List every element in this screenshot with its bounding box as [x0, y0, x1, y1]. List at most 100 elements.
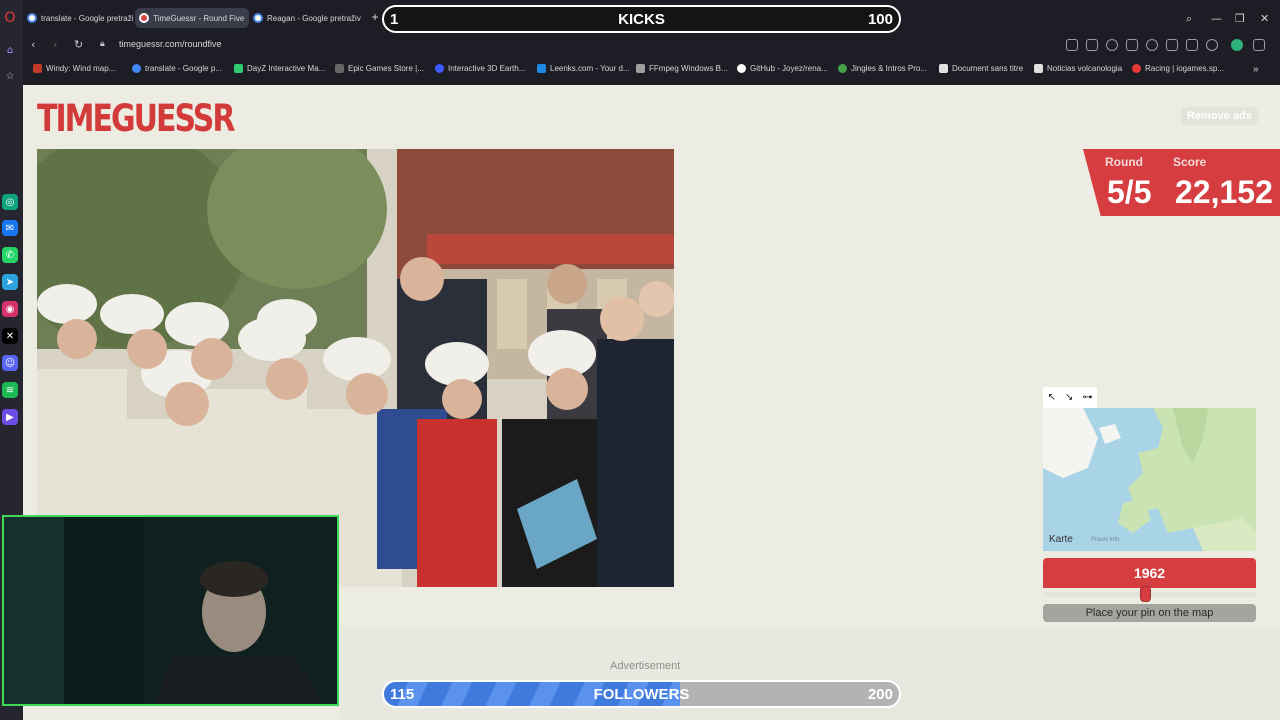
bookmark-item[interactable]: Document sans titre — [939, 64, 1023, 73]
kicks-meter: 1 KICKS 100 — [382, 5, 901, 33]
tab-translate[interactable]: translate - Google pretraži — [23, 8, 135, 28]
close-icon[interactable]: ✕ — [1260, 12, 1269, 25]
ffmpeg-icon — [636, 64, 645, 73]
bookmark-label: Leenks.com - Your d... — [550, 64, 630, 73]
bookmark-item[interactable]: FFmpeg Windows B... — [636, 64, 728, 73]
bookmark-item[interactable]: DayZ Interactive Ma... — [234, 64, 325, 73]
opera-logo-icon[interactable]: O — [2, 10, 18, 26]
camera-icon[interactable] — [1086, 39, 1098, 51]
bookmark-label: Windy: Wind map... — [46, 64, 116, 73]
kicks-label: KICKS — [618, 11, 665, 28]
tab-title: TimeGuessr - Round Five — [153, 13, 245, 23]
tab-title: translate - Google pretraži — [41, 13, 134, 23]
followers-meter: 115 FOLLOWERS 200 — [382, 680, 901, 708]
bookmark-label: Document sans titre — [952, 64, 1024, 73]
bookmark-label: GitHub - Joyez/rena... — [750, 64, 828, 73]
shield-icon[interactable] — [1106, 39, 1118, 51]
map-canvas[interactable]: Karte Pravni info — [1043, 408, 1256, 551]
timeguessr-icon — [139, 13, 149, 23]
europe-map-image — [1043, 408, 1256, 551]
download-icon[interactable] — [1166, 39, 1178, 51]
map-legal-link[interactable]: Pravni info — [1091, 537, 1119, 543]
dayz-icon — [234, 64, 243, 73]
google-icon — [253, 13, 263, 23]
earth-icon — [435, 64, 444, 73]
bookmark-item[interactable]: GitHub - Joyez/rena... — [737, 64, 828, 73]
year-display: 1962 — [1043, 558, 1256, 588]
place-pin-button[interactable]: Place your pin on the map — [1043, 604, 1256, 622]
lock-icon: 🔒︎ — [100, 39, 105, 49]
windy-icon — [33, 64, 42, 73]
discord-icon[interactable]: ☺ — [2, 355, 18, 371]
tab-reagan[interactable]: Reagan - Google pretraživ — [249, 8, 361, 28]
forward-icon[interactable]: › — [53, 38, 57, 51]
advertisement-label: Advertisement — [610, 660, 681, 672]
timeguessr-logo[interactable]: TIMEGUESSR — [37, 97, 235, 141]
more-bookmarks-icon[interactable]: » — [1253, 64, 1259, 75]
bookmark-item[interactable]: Leenks.com - Your d... — [537, 64, 630, 73]
play-icon[interactable] — [1126, 39, 1138, 51]
jingles-icon — [838, 64, 847, 73]
messenger-icon[interactable]: ✉ — [2, 220, 18, 236]
score-label: Score — [1173, 155, 1207, 169]
edit-icon[interactable] — [1066, 39, 1078, 51]
telegram-icon[interactable]: ➤ — [2, 274, 18, 290]
bookmark-label: translate - Google p... — [145, 64, 222, 73]
instagram-icon[interactable]: ◉ — [2, 301, 18, 317]
bookmark-item[interactable]: Interactive 3D Earth... — [435, 64, 525, 73]
webcam-image — [4, 517, 337, 704]
bookmark-label: Noticias volcanologia — [1047, 64, 1123, 73]
followers-label: FOLLOWERS — [593, 686, 690, 703]
profile-icon[interactable] — [1206, 39, 1218, 51]
shrink-icon[interactable]: ↘ — [1065, 392, 1073, 403]
google-icon — [27, 13, 37, 23]
chatgpt-icon[interactable]: ◎ — [2, 194, 18, 210]
bookmark-label: Racing | iogames.sp... — [1145, 64, 1225, 73]
tab-timeguessr[interactable]: TimeGuessr - Round Five — [135, 8, 249, 28]
bookmark-item[interactable]: Noticias volcanologia — [1034, 64, 1122, 73]
expand-icon[interactable]: ↖ — [1048, 392, 1056, 403]
minimize-icon[interactable]: — — [1211, 12, 1222, 25]
address-bar-row: ‹ › ↻ 🔒︎ timeguessr.com/roundfive — [23, 35, 1280, 57]
pin-map-icon[interactable]: ⊶ — [1082, 392, 1092, 403]
bookmark-label: Interactive 3D Earth... — [448, 64, 526, 73]
heart-icon[interactable] — [1146, 39, 1158, 51]
new-tab-button[interactable]: + — [368, 10, 382, 24]
bookmark-label: Jingles & Intros Pro... — [851, 64, 928, 73]
restore-icon[interactable]: ❐ — [1235, 12, 1245, 25]
bookmark-item[interactable]: Jingles & Intros Pro... — [838, 64, 927, 73]
year-slider-thumb[interactable] — [1139, 586, 1151, 602]
home-icon[interactable]: ⌂ — [2, 42, 18, 58]
star-icon[interactable]: ☆ — [2, 68, 18, 84]
whatsapp-icon[interactable]: ✆ — [2, 247, 18, 263]
back-icon[interactable]: ‹ — [31, 38, 35, 51]
menu-icon[interactable] — [1186, 39, 1198, 51]
url-field[interactable]: timeguessr.com/roundfive — [119, 39, 222, 49]
document-icon — [939, 64, 948, 73]
bookmark-label: FFmpeg Windows B... — [649, 64, 728, 73]
search-tabs-icon[interactable]: ⌕ — [1186, 12, 1192, 26]
bookmark-label: DayZ Interactive Ma... — [247, 64, 326, 73]
bookmark-item[interactable]: Epic Games Store |... — [335, 64, 424, 73]
bookmark-item[interactable]: Racing | iogames.sp... — [1132, 64, 1224, 73]
vpn-icon[interactable] — [1231, 39, 1243, 51]
x-icon[interactable]: ✕ — [2, 328, 18, 344]
document-icon — [1034, 64, 1043, 73]
reload-icon[interactable]: ↻ — [74, 38, 83, 51]
score-card: Round Score 5/5 22,152 — [1083, 149, 1280, 216]
iogames-icon — [1132, 64, 1141, 73]
map-toolbar: ↖ ↘ ⊶ — [1043, 387, 1097, 408]
bookmark-item[interactable]: translate - Google p... — [132, 64, 222, 73]
player-icon[interactable]: ▶ — [2, 409, 18, 425]
google-icon — [132, 64, 141, 73]
round-label: Round — [1105, 155, 1143, 169]
webcam-feed — [2, 515, 339, 706]
bookmarks-bar: Windy: Wind map... translate - Google p.… — [23, 62, 1280, 80]
remove-ads-button[interactable]: Remove ads — [1181, 107, 1258, 125]
round-value: 5/5 — [1107, 174, 1152, 210]
guess-map[interactable]: ↖ ↘ ⊶ Karte Pravni info — [1043, 387, 1256, 551]
github-icon — [737, 64, 746, 73]
spotify-icon[interactable]: ≋ — [2, 382, 18, 398]
extensions-icon[interactable] — [1253, 39, 1265, 51]
bookmark-item[interactable]: Windy: Wind map... — [33, 64, 115, 73]
